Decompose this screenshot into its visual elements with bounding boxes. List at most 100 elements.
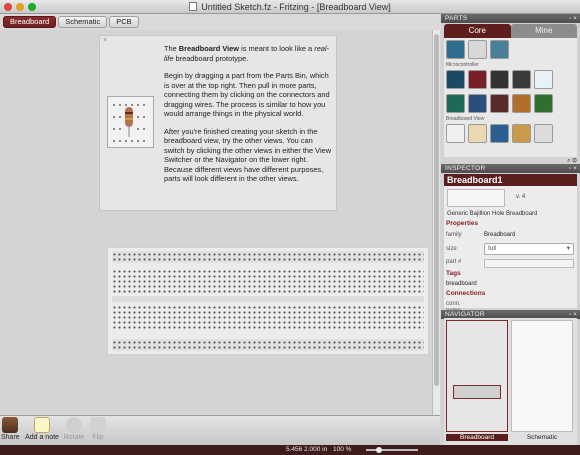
- navigator: Breadboard Schematic: [444, 318, 577, 445]
- terminal-holes: [112, 275, 424, 278]
- part-version: v. 4: [516, 194, 526, 200]
- inspector-panel-header: INSPECTOR ▫ ×: [441, 164, 580, 173]
- terminal-holes: [112, 290, 424, 293]
- welcome-paragraph-3: After you're finished creating your sket…: [164, 126, 332, 184]
- property-partnum-row: part #: [446, 259, 575, 269]
- close-window-button[interactable]: [4, 3, 12, 11]
- navigator-breadboard-label[interactable]: Breadboard: [446, 434, 508, 441]
- terminal-holes: [112, 280, 424, 283]
- top-power-rail[interactable]: [112, 251, 424, 263]
- bottom-power-rail[interactable]: [112, 339, 424, 351]
- tab-schematic[interactable]: Schematic: [58, 16, 108, 28]
- tab-breadboard[interactable]: Breadboard: [3, 16, 57, 28]
- part-tile[interactable]: [468, 124, 487, 143]
- part-tile[interactable]: [490, 40, 509, 59]
- part-tile[interactable]: [534, 94, 553, 113]
- inspector-body: v. 4 Generic Bajillion Hole Breadboard P…: [444, 186, 577, 308]
- part-preview-image: [447, 189, 505, 207]
- cursor-coordinates: 5.456 2.000 in: [286, 446, 328, 453]
- parts-bin: Microcontroller Breadboard View: [444, 38, 577, 157]
- navigator-schematic-label[interactable]: Schematic: [511, 434, 573, 441]
- close-note-icon[interactable]: ×: [103, 37, 107, 44]
- parts-panel-header: PARTS ▫ ×: [441, 14, 580, 23]
- terminal-holes: [112, 306, 424, 309]
- zoom-level: 100 %: [333, 446, 352, 453]
- part-tile[interactable]: [534, 124, 553, 143]
- bin-section-label: Breadboard View: [446, 116, 485, 122]
- navigator-schematic-view[interactable]: [511, 320, 573, 432]
- part-tile[interactable]: [446, 124, 465, 143]
- part-tile[interactable]: [512, 94, 531, 113]
- part-number-field[interactable]: [484, 259, 574, 268]
- parts-row: [446, 40, 509, 59]
- window-controls: [4, 3, 36, 11]
- rail-holes: [112, 253, 424, 256]
- part-tile[interactable]: [446, 94, 465, 113]
- terminal-holes: [112, 321, 424, 324]
- rail-holes: [112, 258, 424, 261]
- canvas-vertical-scrollbar[interactable]: [432, 30, 440, 415]
- part-tile[interactable]: [468, 40, 487, 59]
- status-bar: 5.456 2.000 in 100 %: [0, 445, 580, 455]
- size-select[interactable]: full ▾: [484, 243, 574, 255]
- part-tile[interactable]: [534, 70, 553, 89]
- part-tile[interactable]: [490, 124, 509, 143]
- share-icon: [2, 417, 18, 433]
- welcome-paragraph-1: The Breadboard View is meant to look lik…: [164, 44, 330, 63]
- view-switcher: Breadboard Schematic PCB: [0, 14, 440, 30]
- right-dock: PARTS ▫ × Core Mine Microcontroller Bread…: [441, 14, 580, 445]
- add-note-button[interactable]: Add a note: [24, 416, 60, 441]
- part-tile[interactable]: [512, 70, 531, 89]
- terminal-holes: [112, 285, 424, 288]
- property-family-row: family Breadboard: [446, 232, 516, 238]
- window-titlebar: Untitled Sketch.fz - Fritzing - [Breadbo…: [0, 0, 580, 14]
- part-description: Generic Bajillion Hole Breadboard: [447, 211, 538, 217]
- window-title: Untitled Sketch.fz - Fritzing - [Breadbo…: [201, 1, 391, 12]
- terminal-holes: [112, 326, 424, 329]
- tab-mine[interactable]: Mine: [510, 24, 577, 38]
- rotate-button[interactable]: Rotate: [62, 416, 86, 441]
- welcome-text: The Breadboard View is meant to look lik…: [164, 44, 334, 192]
- navigator-breadboard-view[interactable]: [446, 320, 508, 432]
- tab-core[interactable]: Core: [444, 24, 511, 38]
- bottom-toolbar: Share Add a note Rotate Flip: [0, 415, 440, 445]
- note-icon: [34, 417, 50, 433]
- zoom-slider-handle[interactable]: [376, 447, 382, 453]
- welcome-paragraph-2: Begin by dragging a part from the Parts …: [164, 71, 330, 118]
- part-tile[interactable]: [468, 94, 487, 113]
- tags-value: breadboard: [446, 281, 477, 287]
- rail-holes: [112, 346, 424, 349]
- bin-section-label: Microcontroller: [446, 62, 479, 68]
- share-button[interactable]: Share: [1, 416, 20, 441]
- properties-heading: Properties: [446, 220, 479, 227]
- property-size-row: size full ▾: [446, 243, 575, 256]
- part-tile[interactable]: [512, 124, 531, 143]
- viewport-rect[interactable]: [453, 385, 501, 399]
- zoom-slider[interactable]: [366, 449, 418, 451]
- connections-heading: Connections: [446, 290, 486, 297]
- terminal-holes: [112, 311, 424, 314]
- minimize-window-button[interactable]: [16, 3, 24, 11]
- part-tile[interactable]: [446, 70, 465, 89]
- flip-button[interactable]: Flip: [88, 416, 108, 441]
- parts-row: [446, 70, 553, 89]
- part-tile[interactable]: [490, 70, 509, 89]
- part-tile[interactable]: [468, 70, 487, 89]
- scrollbar-thumb[interactable]: [434, 34, 439, 386]
- part-tile[interactable]: [446, 40, 465, 59]
- connections-conn-label: conn.: [446, 301, 461, 307]
- parts-row: [446, 124, 553, 143]
- tags-heading: Tags: [446, 270, 461, 277]
- welcome-note[interactable]: × The Breadboard View is meant to look l…: [99, 35, 337, 211]
- terminal-holes: [112, 270, 424, 273]
- parts-bin-tabs: Core Mine: [444, 24, 577, 38]
- part-tile[interactable]: [490, 94, 509, 113]
- rail-holes: [112, 341, 424, 344]
- breadboard-part[interactable]: [107, 247, 429, 355]
- document-icon: [189, 2, 198, 11]
- maximize-window-button[interactable]: [28, 3, 36, 11]
- chevron-down-icon: ▾: [566, 245, 570, 252]
- inspector-part-title: Breadboard1: [444, 174, 577, 186]
- tab-pcb[interactable]: PCB: [109, 16, 139, 28]
- rotate-icon: [66, 417, 82, 433]
